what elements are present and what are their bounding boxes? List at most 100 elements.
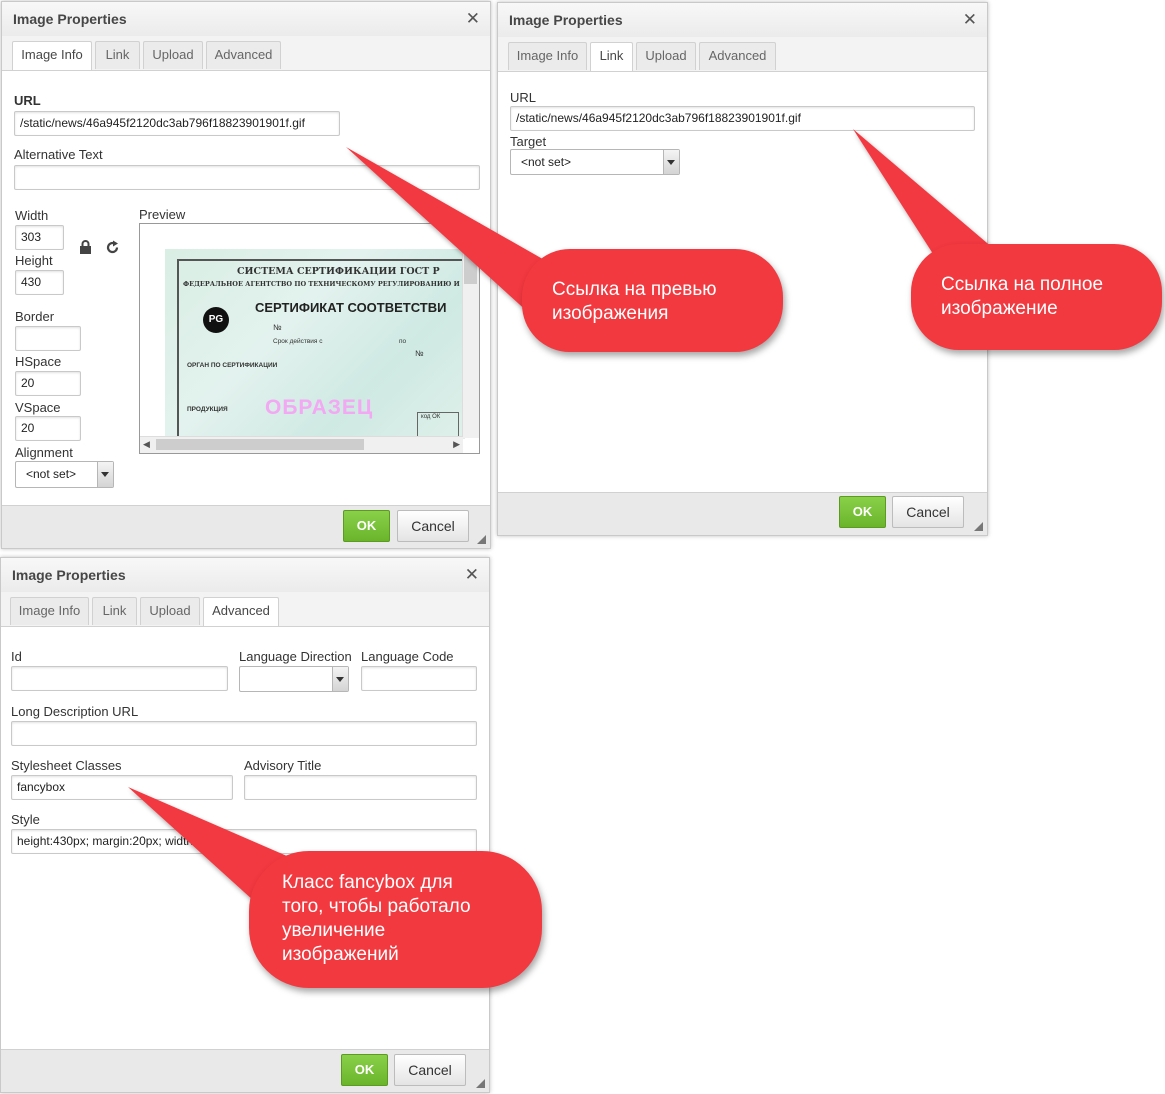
cert-field-body: ОРГАН ПО СЕРТИФИКАЦИИ: [187, 362, 278, 369]
target-value: <not set>: [521, 155, 572, 169]
cancel-button[interactable]: Cancel: [394, 1054, 466, 1086]
language-code-label: Language Code: [361, 649, 454, 664]
chevron-down-icon[interactable]: [663, 150, 679, 174]
callout-line: изображений: [282, 944, 399, 965]
cert-field-to: по: [399, 338, 407, 345]
callout-preview-link: Ссылка на превью изображения: [522, 249, 783, 352]
dialog-title: Image Properties: [12, 567, 126, 583]
stylesheet-classes-input[interactable]: fancybox: [11, 775, 233, 800]
scroll-thumb[interactable]: [156, 439, 364, 450]
tab-advanced[interactable]: Advanced: [203, 597, 279, 626]
language-code-input[interactable]: [361, 666, 477, 691]
preview-label: Preview: [139, 207, 186, 222]
cert-field-product: ПРОДУКЦИЯ: [187, 406, 228, 413]
style-label: Style: [11, 812, 40, 827]
close-icon[interactable]: ✕: [963, 10, 977, 30]
cert-heading: СЕРТИФИКАТ СООТВЕТСТВИ: [255, 300, 447, 315]
cert-number2: №: [415, 349, 424, 358]
height-label: Height: [15, 253, 53, 268]
scroll-thumb[interactable]: [464, 254, 477, 284]
preview-horizontal-scrollbar[interactable]: ◀ ▶: [140, 436, 463, 453]
callout-fancybox: Класс fancybox для того, чтобы работало …: [249, 851, 542, 988]
close-icon[interactable]: ✕: [466, 9, 480, 29]
cancel-button[interactable]: Cancel: [397, 510, 469, 542]
dialog-footer: OK Cancel: [498, 492, 987, 535]
cert-code: код ОК: [421, 414, 441, 420]
tab-upload[interactable]: Upload: [636, 42, 696, 70]
alignment-label: Alignment: [15, 445, 73, 460]
id-input[interactable]: [11, 666, 228, 691]
tab-advanced[interactable]: Advanced: [699, 42, 776, 70]
cert-code-box: код ОК: [417, 412, 459, 439]
alignment-select[interactable]: <not set>: [15, 461, 114, 488]
dialog-footer: OK Cancel: [2, 505, 490, 548]
vspace-input[interactable]: 20: [15, 416, 81, 441]
tab-bar: Image Info Link Upload Advanced: [1, 592, 489, 627]
height-input[interactable]: 430: [15, 270, 64, 295]
tab-image-info[interactable]: Image Info: [508, 42, 587, 70]
tab-upload[interactable]: Upload: [140, 597, 200, 625]
certificate-preview-image: СИСТЕМА СЕРТИФИКАЦИИ ГОСТ Р ФЕДЕРАЛЬНОЕ …: [165, 249, 465, 439]
image-properties-dialog-image-info: Image Properties ✕ Image Info Link Uploa…: [1, 1, 491, 549]
logo-text: PG: [208, 314, 224, 325]
long-description-url-label: Long Description URL: [11, 704, 139, 719]
tab-bar: Image Info Link Upload Advanced: [2, 36, 490, 71]
alt-text-input[interactable]: [14, 165, 480, 190]
ok-button[interactable]: OK: [343, 510, 390, 542]
width-input[interactable]: 303: [15, 225, 64, 250]
url-input[interactable]: /static/news/46a945f2120dc3ab796f1882390…: [14, 111, 340, 136]
url-label: URL: [510, 90, 537, 105]
reset-size-icon[interactable]: [105, 240, 120, 259]
id-label: Id: [11, 649, 22, 664]
resize-grip-icon[interactable]: [476, 1079, 485, 1088]
preview-vertical-scrollbar[interactable]: [462, 224, 479, 438]
resize-grip-icon[interactable]: [477, 535, 486, 544]
ok-button[interactable]: OK: [341, 1054, 388, 1086]
cert-stamp: ОБРАЗЕЦ: [265, 396, 374, 419]
cert-number1: №: [273, 323, 282, 332]
tab-image-info[interactable]: Image Info: [12, 41, 92, 70]
dialog-title-bar[interactable]: Image Properties ✕: [498, 3, 987, 38]
vspace-label: VSpace: [15, 400, 61, 415]
chevron-down-icon[interactable]: [97, 462, 113, 487]
image-properties-dialog-advanced: Image Properties ✕ Image Info Link Uploa…: [0, 557, 490, 1093]
callout-line: изображения: [552, 303, 669, 324]
alt-text-label: Alternative Text: [14, 147, 103, 162]
tab-bar: Image Info Link Upload Advanced: [498, 37, 987, 72]
long-description-url-input[interactable]: [11, 721, 477, 746]
tab-image-info[interactable]: Image Info: [10, 597, 89, 625]
tab-link[interactable]: Link: [95, 41, 140, 69]
tab-link[interactable]: Link: [590, 42, 633, 71]
hspace-input[interactable]: 20: [15, 371, 81, 396]
scroll-left-icon[interactable]: ◀: [143, 439, 150, 450]
tab-advanced[interactable]: Advanced: [206, 41, 281, 69]
callout-line: Ссылка на полное: [941, 274, 1104, 295]
callout-line: Ссылка на превью: [552, 279, 717, 300]
chevron-down-icon[interactable]: [332, 667, 348, 691]
lock-icon[interactable]: [79, 240, 92, 258]
stylesheet-classes-label: Stylesheet Classes: [11, 758, 122, 773]
border-input[interactable]: [15, 326, 81, 351]
tab-upload[interactable]: Upload: [143, 41, 203, 69]
language-direction-select[interactable]: [239, 666, 349, 692]
ok-button[interactable]: OK: [839, 496, 886, 528]
close-icon[interactable]: ✕: [465, 565, 479, 585]
callout-full-link: Ссылка на полное изображение: [911, 244, 1162, 350]
resize-grip-icon[interactable]: [974, 522, 983, 531]
scroll-right-icon[interactable]: ▶: [453, 439, 460, 450]
cancel-button[interactable]: Cancel: [892, 496, 964, 528]
url-input[interactable]: /static/news/46a945f2120dc3ab796f1882390…: [510, 106, 975, 131]
dialog-title-bar[interactable]: Image Properties ✕: [2, 2, 490, 37]
tab-link[interactable]: Link: [92, 597, 137, 625]
preview-box: СИСТЕМА СЕРТИФИКАЦИИ ГОСТ Р ФЕДЕРАЛЬНОЕ …: [139, 223, 480, 454]
border-label: Border: [15, 309, 55, 324]
callout-line: Класс fancybox для: [282, 872, 453, 893]
target-select[interactable]: <not set>: [510, 149, 680, 175]
advisory-title-input[interactable]: [244, 775, 477, 800]
callout-line: изображение: [941, 298, 1058, 319]
dialog-title-bar[interactable]: Image Properties ✕: [1, 558, 489, 593]
dialog-footer: OK Cancel: [1, 1049, 489, 1092]
cert-field-validity: Срок действия с: [273, 338, 323, 345]
cert-line2: ФЕДЕРАЛЬНОЕ АГЕНТСТВО ПО ТЕХНИЧЕСКОМУ РЕ…: [183, 280, 465, 288]
certification-logo: PG: [203, 307, 229, 333]
